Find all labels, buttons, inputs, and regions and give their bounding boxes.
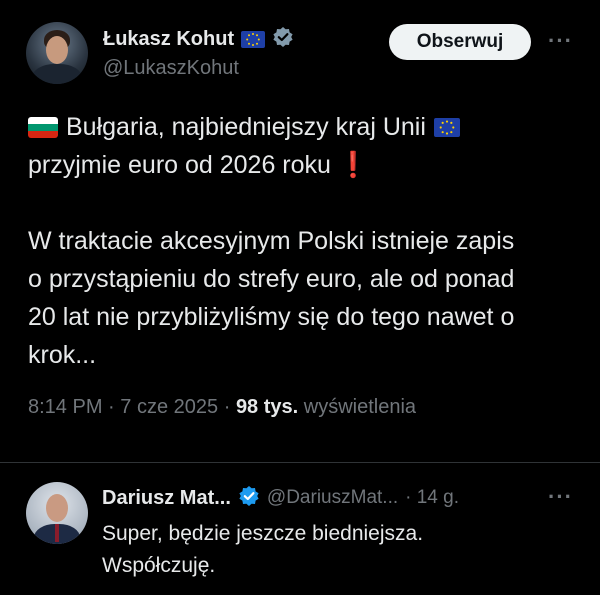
follow-button[interactable]: Obserwuj — [389, 24, 531, 60]
tweet-line-2-text: przyjmie euro od 2026 roku — [28, 151, 331, 179]
reply-avatar[interactable] — [26, 482, 88, 544]
more-options-icon[interactable]: ··· — [548, 28, 573, 54]
tweet-date[interactable]: 7 cze 2025 — [120, 396, 218, 418]
reply-text: Super, będzie jeszcze biedniejsza. Współ… — [102, 518, 562, 582]
tweet-paragraph-line: W traktacie akcesyjnym Polski istnieje z… — [28, 227, 515, 255]
reply-author-name[interactable]: Dariusz Mat... — [102, 487, 231, 510]
tweet-paragraph-line: 20 lat nie przybliżyliśmy się do tego na… — [28, 303, 515, 331]
reply-age[interactable]: · 14 g. — [405, 487, 459, 509]
author-avatar[interactable] — [26, 22, 88, 84]
reply-line: Współczuję. — [102, 554, 216, 577]
author-name[interactable]: Łukasz Kohut — [103, 28, 234, 51]
tweet-line-2: przyjmie euro od 2026 roku ❗ — [28, 146, 588, 184]
tweet-paragraph-line: o przystąpieniu do strefy euro, ale od p… — [28, 265, 515, 293]
divider — [0, 462, 600, 463]
reply-author-handle[interactable]: @DariuszMat... — [267, 487, 398, 509]
eu-flag-icon — [433, 117, 460, 137]
views-label: wyświetlenia — [303, 396, 417, 418]
verified-badge-icon — [272, 26, 294, 53]
tweet-line-1-text: Bułgaria, najbiedniejszy kraj Unii — [66, 113, 426, 141]
tweet-line-1: Bułgaria, najbiedniejszy kraj Unii — [28, 108, 588, 146]
meta-separator: · — [108, 396, 115, 418]
eu-flag-icon — [241, 30, 266, 48]
tweet-paragraph-line: krok... — [28, 341, 97, 369]
tweet-time[interactable]: 8:14 PM — [28, 396, 102, 418]
meta-separator: · — [223, 396, 231, 418]
views-count: 98 tys. — [235, 396, 299, 418]
tweet-text: Bułgaria, najbiedniejszy kraj Unii przyj… — [28, 108, 588, 374]
verified-badge-icon — [238, 485, 260, 512]
reply-line: Super, będzie jeszcze biedniejsza. — [102, 522, 424, 545]
author-handle[interactable]: @LukaszKohut — [103, 57, 239, 80]
bulgaria-flag-icon — [28, 116, 58, 138]
exclamation-icon: ❗ — [337, 151, 370, 179]
tweet-meta: 8:14 PM · 7 cze 2025 · 98 tys. wyświetle… — [28, 396, 416, 419]
reply-more-options-icon[interactable]: ··· — [548, 484, 573, 510]
